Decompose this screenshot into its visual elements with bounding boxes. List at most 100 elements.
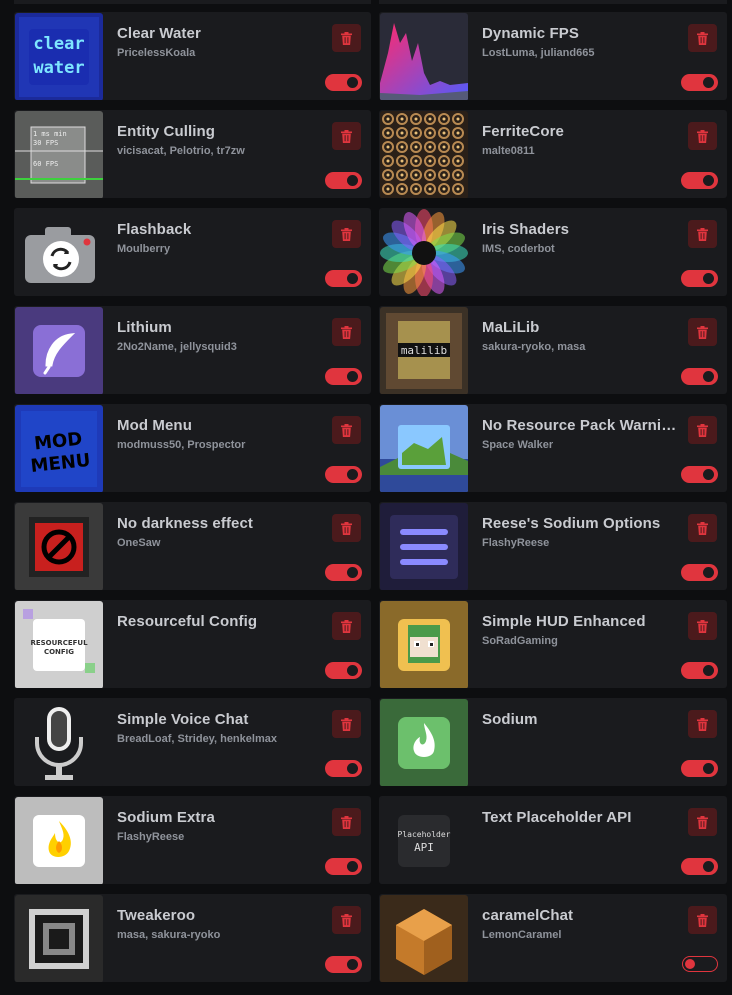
mod-name: caramelChat: [482, 907, 574, 924]
mod-card-7[interactable]: malilib MaLiLib sakura-ryoko, masa: [379, 306, 727, 394]
mod-card-1[interactable]: Dynamic FPS LostLuma, juliand665: [379, 12, 727, 100]
enable-toggle[interactable]: [325, 760, 362, 777]
enable-toggle[interactable]: [682, 956, 718, 972]
enable-toggle[interactable]: [681, 368, 718, 385]
delete-button[interactable]: [332, 416, 361, 444]
toggle-knob: [347, 371, 358, 382]
trash-icon: [341, 423, 352, 437]
toggle-knob: [685, 959, 695, 969]
mod-card-13[interactable]: Simple HUD Enhanced SoRadGaming: [379, 600, 727, 688]
enable-toggle[interactable]: [325, 662, 362, 679]
enable-toggle[interactable]: [325, 466, 362, 483]
mod-card-14[interactable]: Simple Voice Chat BreadLoaf, Stridey, he…: [14, 698, 371, 786]
delete-button[interactable]: [688, 220, 717, 248]
mod-name: Entity Culling: [117, 123, 216, 140]
trash-icon: [341, 619, 352, 633]
enable-toggle[interactable]: [681, 564, 718, 581]
trash-icon: [697, 815, 708, 829]
svg-text:clear: clear: [33, 34, 84, 54]
mod-card-8[interactable]: MOD MENU Mod Menu modmuss50, Prospector: [14, 404, 371, 492]
mod-authors: FlashyReese: [482, 537, 550, 549]
enable-toggle[interactable]: [325, 270, 362, 287]
toggle-knob: [347, 273, 358, 284]
mod-card-10[interactable]: No darkness effect OneSaw: [14, 502, 371, 590]
mod-card-15[interactable]: Sodium: [379, 698, 727, 786]
mod-authors: 2No2Name, jellysquid3: [117, 341, 237, 353]
enable-toggle[interactable]: [325, 564, 362, 581]
enable-toggle[interactable]: [681, 858, 718, 875]
camera-icon: [15, 209, 103, 296]
delete-button[interactable]: [332, 24, 361, 52]
toggle-knob: [703, 371, 714, 382]
mod-card-0[interactable]: clear water Clear Water PricelessKoala: [14, 12, 371, 100]
trash-icon: [341, 913, 352, 927]
mod-card-3[interactable]: FerriteCore malte0811: [379, 110, 727, 198]
mod-name: FerriteCore: [482, 123, 564, 140]
mod-authors: SoRadGaming: [482, 635, 558, 647]
mod-card-12[interactable]: RESOURCEFUL CONFIG Resourceful Config: [14, 600, 371, 688]
delete-button[interactable]: [332, 514, 361, 542]
delete-button[interactable]: [688, 24, 717, 52]
mod-card-18[interactable]: Tweakeroo masa, sakura-ryoko: [14, 894, 371, 982]
mod-name: Iris Shaders: [482, 221, 570, 238]
toggle-knob: [703, 273, 714, 284]
mod-name: Clear Water: [117, 25, 201, 42]
enable-toggle[interactable]: [325, 368, 362, 385]
caramel-icon: [380, 895, 468, 982]
delete-button[interactable]: [688, 808, 717, 836]
enable-toggle[interactable]: [681, 270, 718, 287]
trash-icon: [697, 129, 708, 143]
enable-toggle[interactable]: [325, 172, 362, 189]
hud-face-icon: [380, 601, 468, 688]
enable-toggle[interactable]: [681, 662, 718, 679]
delete-button[interactable]: [688, 906, 717, 934]
delete-button[interactable]: [688, 612, 717, 640]
mod-card-17[interactable]: Placeholder API Text Placeholder API: [379, 796, 727, 884]
sodium-options-icon: [380, 503, 468, 590]
toggle-knob: [703, 763, 714, 774]
trash-icon: [697, 423, 708, 437]
delete-button[interactable]: [332, 612, 361, 640]
delete-button[interactable]: [332, 710, 361, 738]
toggle-knob: [703, 665, 714, 676]
mod-card-9[interactable]: No Resource Pack Warnin... Space Walker: [379, 404, 727, 492]
toggle-knob: [347, 665, 358, 676]
delete-button[interactable]: [332, 808, 361, 836]
delete-button[interactable]: [332, 906, 361, 934]
delete-button[interactable]: [332, 220, 361, 248]
mod-card-4[interactable]: Flashback Moulberry: [14, 208, 371, 296]
mod-authors: modmuss50, Prospector: [117, 439, 246, 451]
mod-card-16[interactable]: Sodium Extra FlashyReese: [14, 796, 371, 884]
delete-button[interactable]: [332, 122, 361, 150]
mod-card-19[interactable]: caramelChat LemonCaramel: [379, 894, 727, 982]
trash-icon: [341, 325, 352, 339]
delete-button[interactable]: [688, 710, 717, 738]
delete-button[interactable]: [688, 318, 717, 346]
mod-name: Simple Voice Chat: [117, 711, 249, 728]
enable-toggle[interactable]: [325, 858, 362, 875]
mod-card-5[interactable]: Iris Shaders IMS, coderbot: [379, 208, 727, 296]
mod-authors: masa, sakura-ryoko: [117, 929, 221, 941]
mod-name: MaLiLib: [482, 319, 540, 336]
delete-button[interactable]: [332, 318, 361, 346]
enable-toggle[interactable]: [681, 74, 718, 91]
mod-name: No darkness effect: [117, 515, 254, 532]
svg-text:60 FPS: 60 FPS: [33, 160, 58, 168]
enable-toggle[interactable]: [681, 466, 718, 483]
svg-text:water: water: [33, 58, 84, 78]
delete-button[interactable]: [688, 514, 717, 542]
mod-card-2[interactable]: 1 ms min 30 FPS 60 FPS Entity Culling vi…: [14, 110, 371, 198]
trash-icon: [697, 325, 708, 339]
enable-toggle[interactable]: [681, 760, 718, 777]
toggle-knob: [347, 567, 358, 578]
mod-card-6[interactable]: Lithium 2No2Name, jellysquid3: [14, 306, 371, 394]
enable-toggle[interactable]: [681, 172, 718, 189]
delete-button[interactable]: [688, 122, 717, 150]
mod-card-11[interactable]: Reese's Sodium Options FlashyReese: [379, 502, 727, 590]
enable-toggle[interactable]: [325, 74, 362, 91]
mod-authors: LemonCaramel: [482, 929, 562, 941]
enable-toggle[interactable]: [325, 956, 362, 973]
ferritecore-icon: [380, 111, 468, 198]
microphone-icon: [15, 699, 103, 786]
delete-button[interactable]: [688, 416, 717, 444]
